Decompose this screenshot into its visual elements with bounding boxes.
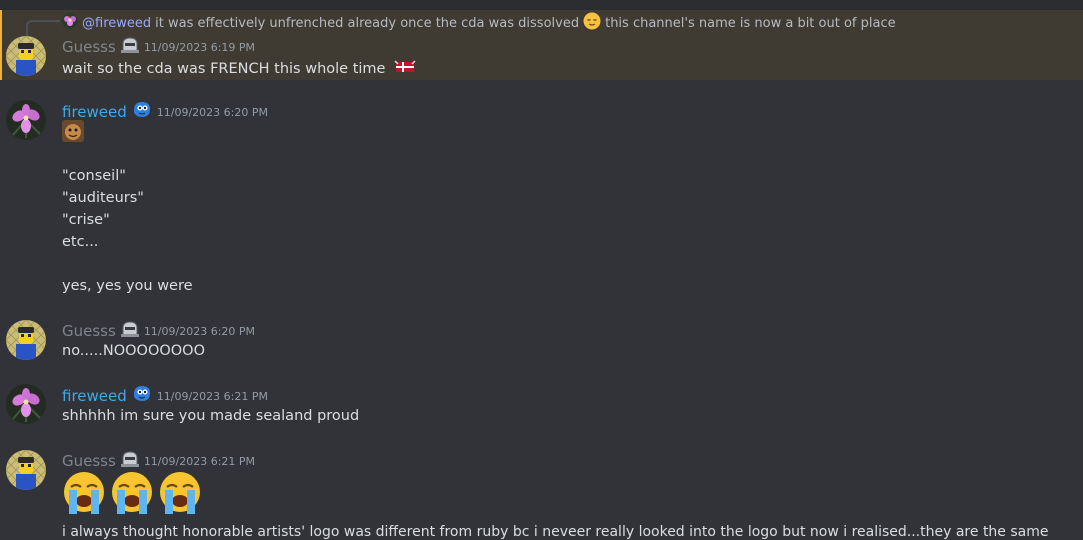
reply-text: it was effectively unfrenched already on… — [155, 15, 580, 31]
reply-avatar-icon — [62, 13, 78, 33]
relieved-face-emoji-icon — [583, 12, 601, 34]
message-text: shhhhh im sure you made sealand proud — [62, 408, 360, 424]
timestamp[interactable]: 11/09/2023 6:20 PM — [157, 106, 268, 119]
timestamp[interactable]: 11/09/2023 6:19 PM — [144, 41, 255, 54]
fireweed-avatar[interactable] — [6, 100, 46, 140]
timestamp[interactable]: 11/09/2023 6:20 PM — [144, 325, 255, 338]
message-text: yes, yes you were — [62, 278, 193, 294]
reply-spine — [26, 20, 60, 36]
message-text: "auditeurs" — [62, 190, 144, 206]
guesss-avatar[interactable] — [6, 36, 46, 76]
blue-blob-badge-icon — [131, 384, 153, 408]
message-text: no.....NOOOOOOOO — [62, 343, 206, 359]
highlight-bar — [0, 10, 2, 80]
reply-preview[interactable]: @fireweed it was effectively unfrenched … — [62, 12, 896, 34]
flag-emoji-icon — [394, 59, 416, 79]
guesss-avatar[interactable] — [6, 320, 46, 360]
loudly-crying-face-emoji-icon — [60, 470, 108, 522]
blue-blob-badge-icon — [131, 100, 153, 124]
timestamp[interactable]: 11/09/2023 6:21 PM — [157, 390, 268, 403]
helmet-badge-icon — [120, 320, 140, 342]
helmet-badge-icon — [120, 450, 140, 472]
message-text: i always thought honorable artists' logo… — [62, 524, 1049, 540]
helmet-badge-icon — [120, 36, 140, 58]
crying-emoji-row — [60, 470, 204, 522]
fireweed-avatar[interactable] — [6, 384, 46, 424]
guesss-avatar[interactable] — [6, 450, 46, 490]
custom-face-emoji-icon — [62, 120, 84, 146]
message-text: etc... — [62, 234, 99, 250]
author-name[interactable]: fireweed — [62, 103, 127, 121]
message-text: "conseil" — [62, 168, 126, 184]
author-name[interactable]: fireweed — [62, 387, 127, 405]
loudly-crying-face-emoji-icon — [108, 470, 156, 522]
author-name[interactable]: Guesss — [62, 38, 116, 56]
reply-mention[interactable]: @fireweed — [82, 16, 151, 31]
reply-text-end: this channel's name is now a bit out of … — [605, 15, 896, 31]
top-strip — [0, 0, 1083, 10]
message-text: wait so the cda was FRENCH this whole ti… — [62, 61, 386, 77]
author-name[interactable]: Guesss — [62, 322, 116, 340]
timestamp[interactable]: 11/09/2023 6:21 PM — [144, 455, 255, 468]
message-text: "crise" — [62, 212, 110, 228]
author-name[interactable]: Guesss — [62, 452, 116, 470]
loudly-crying-face-emoji-icon — [156, 470, 204, 522]
